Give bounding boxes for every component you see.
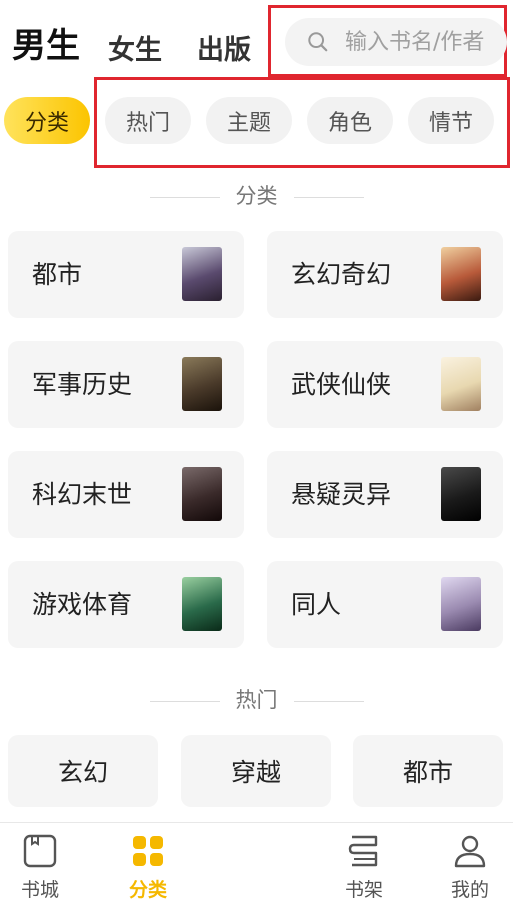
book-cover-image xyxy=(441,577,481,631)
bottom-nav: 书城 分类 书架 我的 xyxy=(0,822,513,903)
tab-publish[interactable]: 出版 xyxy=(197,28,251,67)
bookshelf-icon xyxy=(348,835,378,867)
nav-bookshelf[interactable]: 书架 xyxy=(324,823,404,903)
book-cover-image xyxy=(182,247,222,301)
chip-hot[interactable]: 热门 xyxy=(105,97,191,144)
search-input[interactable] xyxy=(345,26,505,58)
book-cover-image xyxy=(441,357,481,411)
divider-line xyxy=(149,196,220,198)
category-card-urban[interactable]: 都市 xyxy=(8,231,244,318)
nav-label: 分类 xyxy=(128,879,167,901)
category-label: 武侠仙侠 xyxy=(291,370,392,399)
nav-label: 书城 xyxy=(20,879,59,901)
category-label: 玄幻奇幻 xyxy=(291,260,392,289)
divider-line xyxy=(293,700,364,702)
chip-role[interactable]: 角色 xyxy=(307,97,393,144)
category-card-fanfic[interactable]: 同人 xyxy=(267,561,503,648)
nav-label: 我的 xyxy=(450,879,489,901)
search-highlight-frame xyxy=(268,5,507,77)
tab-female[interactable]: 女生 xyxy=(108,28,162,67)
category-label: 悬疑灵异 xyxy=(291,480,392,509)
category-label: 游戏体育 xyxy=(32,590,133,619)
category-label: 军事历史 xyxy=(32,370,133,399)
search-bar[interactable] xyxy=(285,18,507,66)
top-header: 男生 女生 出版 xyxy=(0,0,513,88)
chip-plot[interactable]: 情节 xyxy=(408,97,494,144)
category-card-scifi[interactable]: 科幻末世 xyxy=(8,451,244,538)
book-cover-image xyxy=(441,247,481,301)
tab-male[interactable]: 男生 xyxy=(12,18,80,67)
chip-category[interactable]: 分类 xyxy=(4,97,90,144)
divider-line xyxy=(149,700,220,702)
section-title-text: 分类 xyxy=(235,184,278,208)
category-card-wuxia[interactable]: 武侠仙侠 xyxy=(267,341,503,428)
category-card-mystery[interactable]: 悬疑灵异 xyxy=(267,451,503,538)
category-label: 同人 xyxy=(291,590,342,619)
book-cover-image xyxy=(182,577,222,631)
profile-icon xyxy=(454,835,486,868)
book-cover-image xyxy=(182,467,222,521)
hot-tag-time-travel[interactable]: 穿越 xyxy=(181,735,331,807)
chip-theme[interactable]: 主题 xyxy=(206,97,292,144)
category-label: 科幻末世 xyxy=(32,480,133,509)
nav-bookstore[interactable]: 书城 xyxy=(0,823,80,903)
category-label: 都市 xyxy=(32,260,83,289)
book-cover-image xyxy=(182,357,222,411)
nav-label: 书架 xyxy=(344,879,383,901)
nav-category[interactable]: 分类 xyxy=(108,823,188,903)
nav-profile[interactable]: 我的 xyxy=(430,823,510,903)
bookstore-icon xyxy=(23,834,57,868)
section-title-text: 热门 xyxy=(235,688,278,712)
section-title-hot: 热门 xyxy=(0,684,513,714)
section-title-category: 分类 xyxy=(0,180,513,210)
book-cover-image xyxy=(441,467,481,521)
category-card-games-sports[interactable]: 游戏体育 xyxy=(8,561,244,648)
category-grid-icon xyxy=(133,836,163,866)
hot-tag-urban[interactable]: 都市 xyxy=(353,735,503,807)
hot-tag-xuanhuan[interactable]: 玄幻 xyxy=(8,735,158,807)
category-card-fantasy[interactable]: 玄幻奇幻 xyxy=(267,231,503,318)
category-card-military-history[interactable]: 军事历史 xyxy=(8,341,244,428)
divider-line xyxy=(293,196,364,198)
search-icon xyxy=(308,32,328,52)
